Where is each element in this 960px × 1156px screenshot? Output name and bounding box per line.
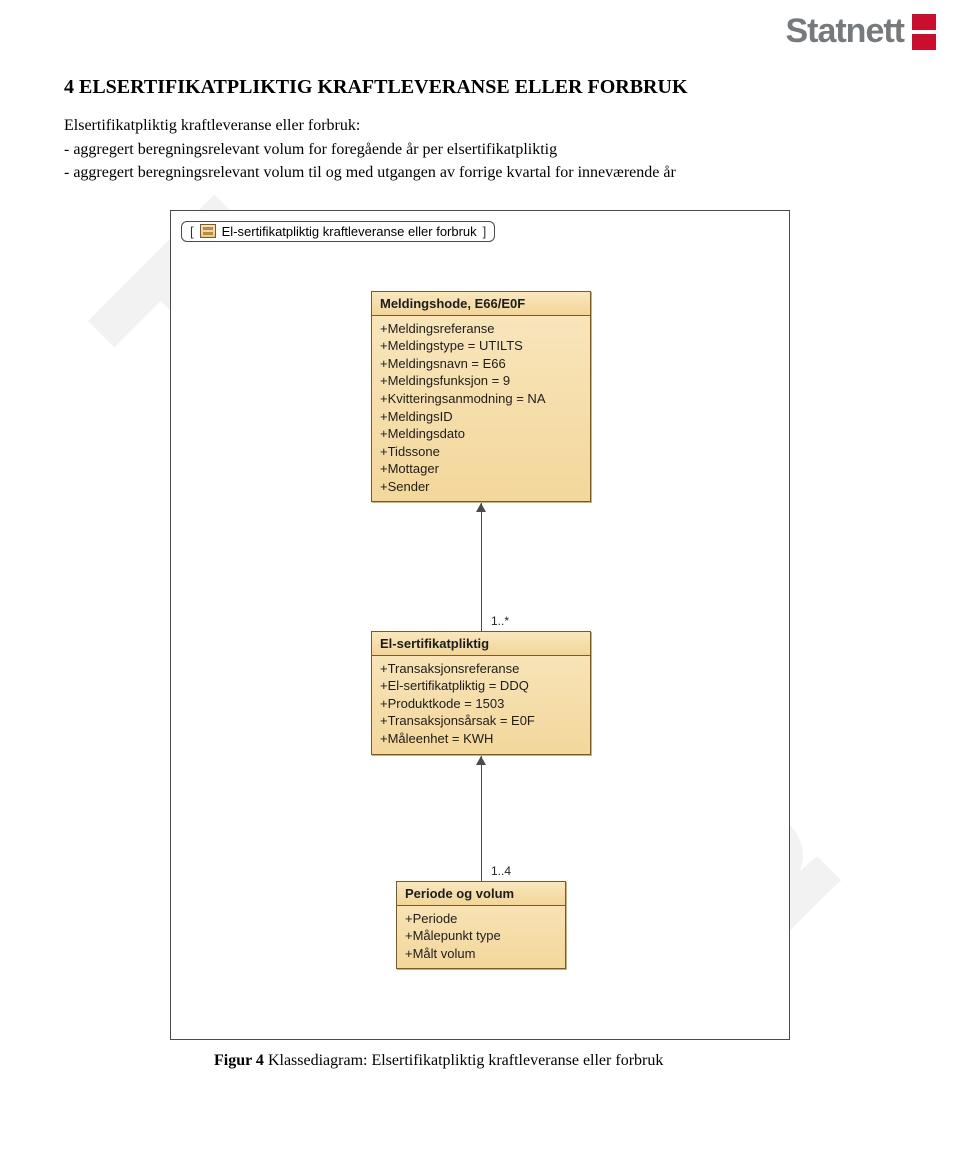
class-attr: +Mottager bbox=[380, 460, 582, 478]
class-attr: +Meldingsreferanse bbox=[380, 320, 582, 338]
brand-logo: Statnett bbox=[785, 12, 936, 51]
bracket-open: [ bbox=[190, 224, 194, 239]
class-attr: +Periode bbox=[405, 910, 557, 928]
figure-caption: Figur 4 Klassediagram: Elsertifikatplikt… bbox=[214, 1052, 896, 1070]
arrowhead-icon bbox=[476, 503, 486, 512]
body-line-3: - aggregert beregningsrelevant volum til… bbox=[64, 162, 896, 184]
multiplicity-label: 1..* bbox=[491, 614, 509, 628]
class-attr: +MeldingsID bbox=[380, 408, 582, 426]
section-title-rest: LSERTIFIKATPLIKTIG KRAFTLEVERANSE ELLER … bbox=[92, 76, 687, 98]
class-attr: +Meldingsnavn = E66 bbox=[380, 355, 582, 373]
class-attr: +Sender bbox=[380, 478, 582, 496]
class-attr: +Kvitteringsanmodning = NA bbox=[380, 390, 582, 408]
class-attrs: +Transaksjonsreferanse +El-sertifikatpli… bbox=[372, 656, 590, 754]
diagram-title-text: El-sertifikatpliktig kraftleveranse elle… bbox=[222, 224, 477, 239]
class-attr: +Meldingstype = UTILTS bbox=[380, 337, 582, 355]
class-box-meldingshode: Meldingshode, E66/E0F +Meldingsreferanse… bbox=[371, 291, 591, 502]
brand-logo-text: Statnett bbox=[785, 12, 904, 51]
class-attr: +El-sertifikatpliktig = DDQ bbox=[380, 677, 582, 695]
brand-logo-icon bbox=[912, 14, 936, 50]
figure-label: Figur 4 bbox=[214, 1052, 264, 1069]
class-diagram: [ El-sertifikatpliktig kraftleveranse el… bbox=[170, 210, 790, 1040]
class-attr: +Målepunkt type bbox=[405, 927, 557, 945]
multiplicity-label: 1..4 bbox=[491, 864, 511, 878]
connector-line bbox=[481, 503, 482, 631]
class-attrs: +Meldingsreferanse +Meldingstype = UTILT… bbox=[372, 316, 590, 501]
class-attr: +Målt volum bbox=[405, 945, 557, 963]
diagram-icon bbox=[200, 224, 216, 238]
class-attr: +Produktkode = 1503 bbox=[380, 695, 582, 713]
diagram-title-tab: [ El-sertifikatpliktig kraftleveranse el… bbox=[181, 221, 495, 242]
section-number: 4 bbox=[64, 76, 74, 98]
class-attr: +Meldingsfunksjon = 9 bbox=[380, 372, 582, 390]
arrowhead-icon bbox=[476, 756, 486, 765]
section-title-first: E bbox=[79, 76, 92, 98]
class-title: El-sertifikatpliktig bbox=[372, 632, 590, 656]
class-attr: +Meldingsdato bbox=[380, 425, 582, 443]
class-attr: +Måleenhet = KWH bbox=[380, 730, 582, 748]
connector-line bbox=[481, 756, 482, 881]
class-attr: +Tidssone bbox=[380, 443, 582, 461]
class-attr: +Transaksjonsårsak = E0F bbox=[380, 712, 582, 730]
class-attrs: +Periode +Målepunkt type +Målt volum bbox=[397, 906, 565, 969]
bracket-close: ] bbox=[483, 224, 487, 239]
class-box-elsertifikatpliktig: El-sertifikatpliktig +Transaksjonsrefera… bbox=[371, 631, 591, 755]
body-line-1: Elsertifikatpliktig kraftleveranse eller… bbox=[64, 115, 896, 137]
class-title: Periode og volum bbox=[397, 882, 565, 906]
class-box-periode-volum: Periode og volum +Periode +Målepunkt typ… bbox=[396, 881, 566, 970]
section-heading: 4 ELSERTIFIKATPLIKTIG KRAFTLEVERANSE ELL… bbox=[64, 76, 896, 99]
figure-caption-text: Klassediagram: Elsertifikatpliktig kraft… bbox=[264, 1052, 663, 1069]
body-line-2: - aggregert beregningsrelevant volum for… bbox=[64, 139, 896, 161]
class-title: Meldingshode, E66/E0F bbox=[372, 292, 590, 316]
class-attr: +Transaksjonsreferanse bbox=[380, 660, 582, 678]
